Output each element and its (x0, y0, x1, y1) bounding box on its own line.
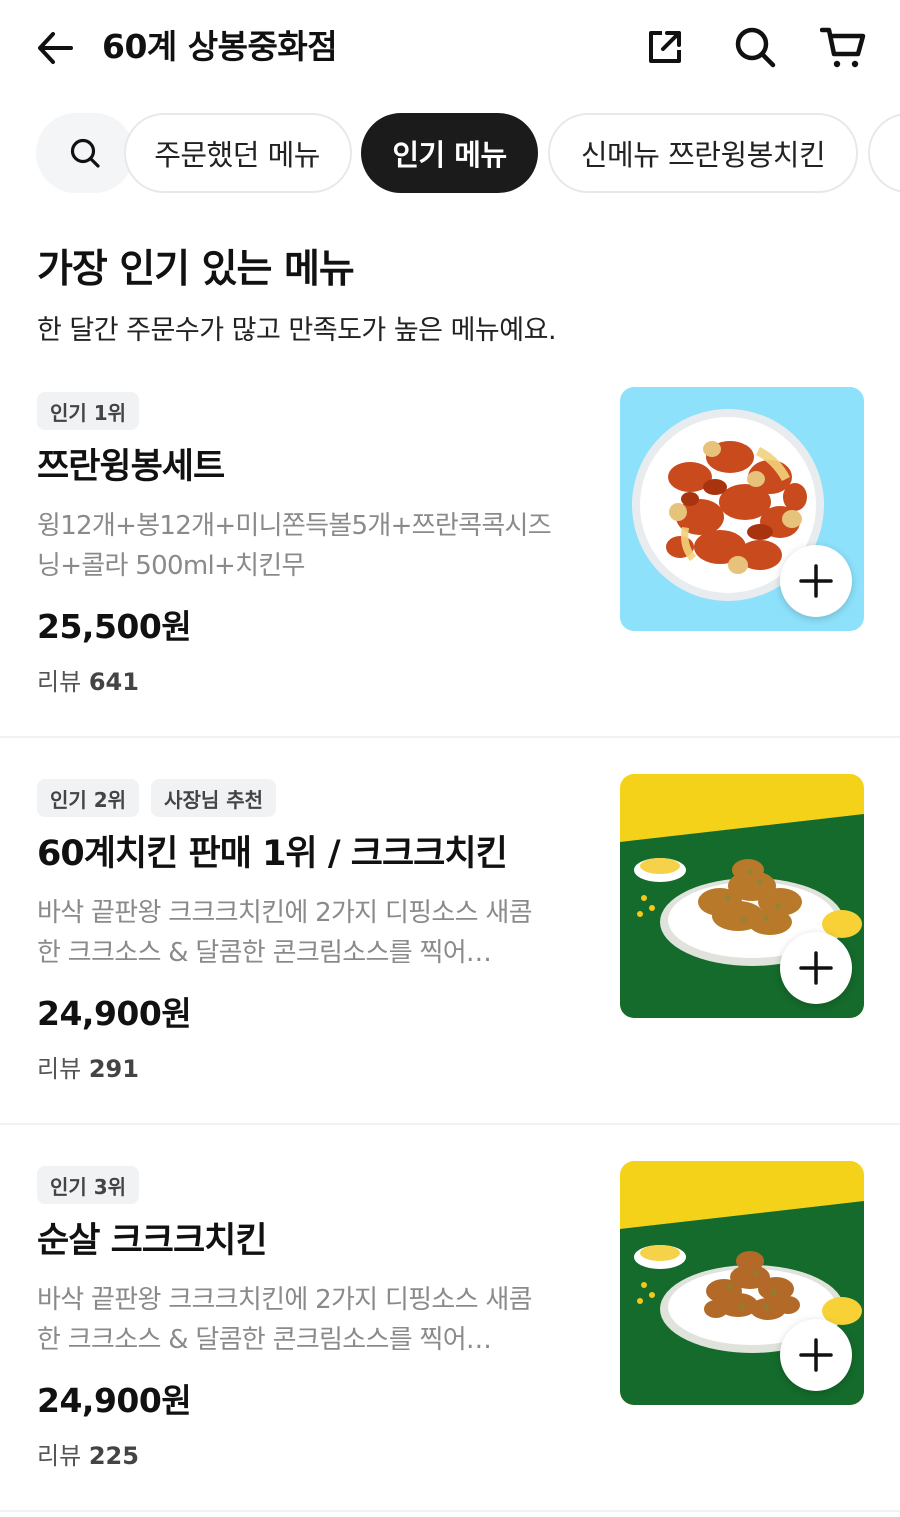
tab-next[interactable] (868, 113, 900, 193)
cart-button[interactable] (818, 22, 868, 72)
category-chips: 주문했던 메뉴 인기 메뉴 신메뉴 쯔란윙봉치킨 (0, 113, 900, 195)
review-count: 291 (88, 1055, 139, 1083)
item-price: 24,900원 (37, 1381, 192, 1420)
item-price: 24,900원 (37, 994, 192, 1033)
section-subtitle: 한 달간 주문수가 많고 만족도가 높은 메뉴예요. (37, 315, 557, 346)
rank-badge: 인기 3위 (37, 1166, 140, 1204)
item-description-line: 바삭 끝판왕 크크크치킨에 2가지 디핑소스 새콤 (37, 898, 533, 928)
review-label: 리뷰 (37, 668, 82, 696)
tab-ordered-menu[interactable]: 주문했던 메뉴 (124, 113, 352, 193)
menu-item[interactable]: 인기 2위 사장님 추천 60계치킨 판매 1위 / 크크크치킨 바삭 끝판왕 … (0, 774, 900, 1125)
item-description-line: 바삭 끝판왕 크크크치킨에 2가지 디핑소스 새콤 (37, 1285, 533, 1315)
review-label: 리뷰 (37, 1442, 82, 1470)
badge-group: 인기 3위 (37, 1166, 140, 1204)
top-app-bar: 60계 상봉중화점 (0, 0, 900, 96)
menu-search-button[interactable] (36, 113, 134, 193)
rank-badge: 인기 2위 (37, 779, 140, 817)
share-icon (649, 31, 681, 63)
plus-icon (799, 564, 833, 598)
share-button[interactable] (640, 22, 690, 72)
arrow-left-icon (38, 32, 73, 64)
store-title: 60계 상봉중화점 (102, 27, 338, 66)
add-to-cart-button[interactable] (780, 932, 852, 1004)
item-name: 60계치킨 판매 1위 / 크크크치킨 (37, 834, 508, 874)
item-description: 윙12개+봉12개+미니쫀득볼5개+쯔란콕콕시즈 닝+콜라 500ml+치킨무 (37, 506, 602, 586)
section-title: 가장 인기 있는 메뉴 (37, 247, 355, 292)
item-name: 쯔란윙봉세트 (37, 447, 225, 487)
add-to-cart-button[interactable] (780, 545, 852, 617)
tab-label: 신메뉴 쯔란윙봉치킨 (580, 138, 826, 172)
search-icon (70, 138, 100, 168)
badge-group: 인기 1위 (37, 392, 140, 430)
item-description-line: 윙12개+봉12개+미니쫀득볼5개+쯔란콕콕시즈 (37, 511, 552, 541)
add-to-cart-button[interactable] (780, 1319, 852, 1391)
plus-icon (799, 1338, 833, 1372)
search-icon (735, 27, 776, 68)
item-description-line: 닝+콜라 500ml+치킨무 (37, 551, 305, 581)
plus-icon (799, 951, 833, 985)
menu-item[interactable]: 인기 3위 순살 크크크치킨 바삭 끝판왕 크크크치킨에 2가지 디핑소스 새콤… (0, 1161, 900, 1512)
item-price: 25,500원 (37, 607, 192, 646)
cart-icon (820, 27, 866, 68)
review-count: 641 (88, 668, 139, 696)
item-name: 순살 크크크치킨 (37, 1221, 268, 1261)
review-count: 225 (88, 1442, 139, 1470)
review-label: 리뷰 (37, 1055, 82, 1083)
item-description-line: 한 크크소스 & 달콤한 콘크림소스를 찍어… (37, 938, 492, 968)
item-review: 리뷰 291 (37, 1052, 139, 1086)
tab-new-menu[interactable]: 신메뉴 쯔란윙봉치킨 (548, 113, 858, 193)
rank-badge: 인기 1위 (37, 392, 140, 430)
search-button[interactable] (730, 22, 780, 72)
tab-popular-menu[interactable]: 인기 메뉴 (361, 113, 538, 193)
back-button[interactable] (30, 24, 80, 72)
item-description-line: 한 크크소스 & 달콤한 콘크림소스를 찍어… (37, 1325, 492, 1355)
tab-label: 주문했던 메뉴 (154, 138, 320, 172)
owner-pick-badge: 사장님 추천 (151, 779, 277, 817)
item-description: 바삭 끝판왕 크크크치킨에 2가지 디핑소스 새콤 한 크크소스 & 달콤한 콘… (37, 1280, 602, 1360)
item-review: 리뷰 225 (37, 1439, 139, 1473)
menu-item[interactable]: 인기 1위 쯔란윙봉세트 윙12개+봉12개+미니쫀득볼5개+쯔란콕콕시즈 닝+… (0, 387, 900, 738)
tab-label: 인기 메뉴 (392, 138, 507, 172)
item-description: 바삭 끝판왕 크크크치킨에 2가지 디핑소스 새콤 한 크크소스 & 달콤한 콘… (37, 893, 602, 973)
badge-group: 인기 2위 사장님 추천 (37, 779, 277, 817)
item-review: 리뷰 641 (37, 665, 139, 699)
